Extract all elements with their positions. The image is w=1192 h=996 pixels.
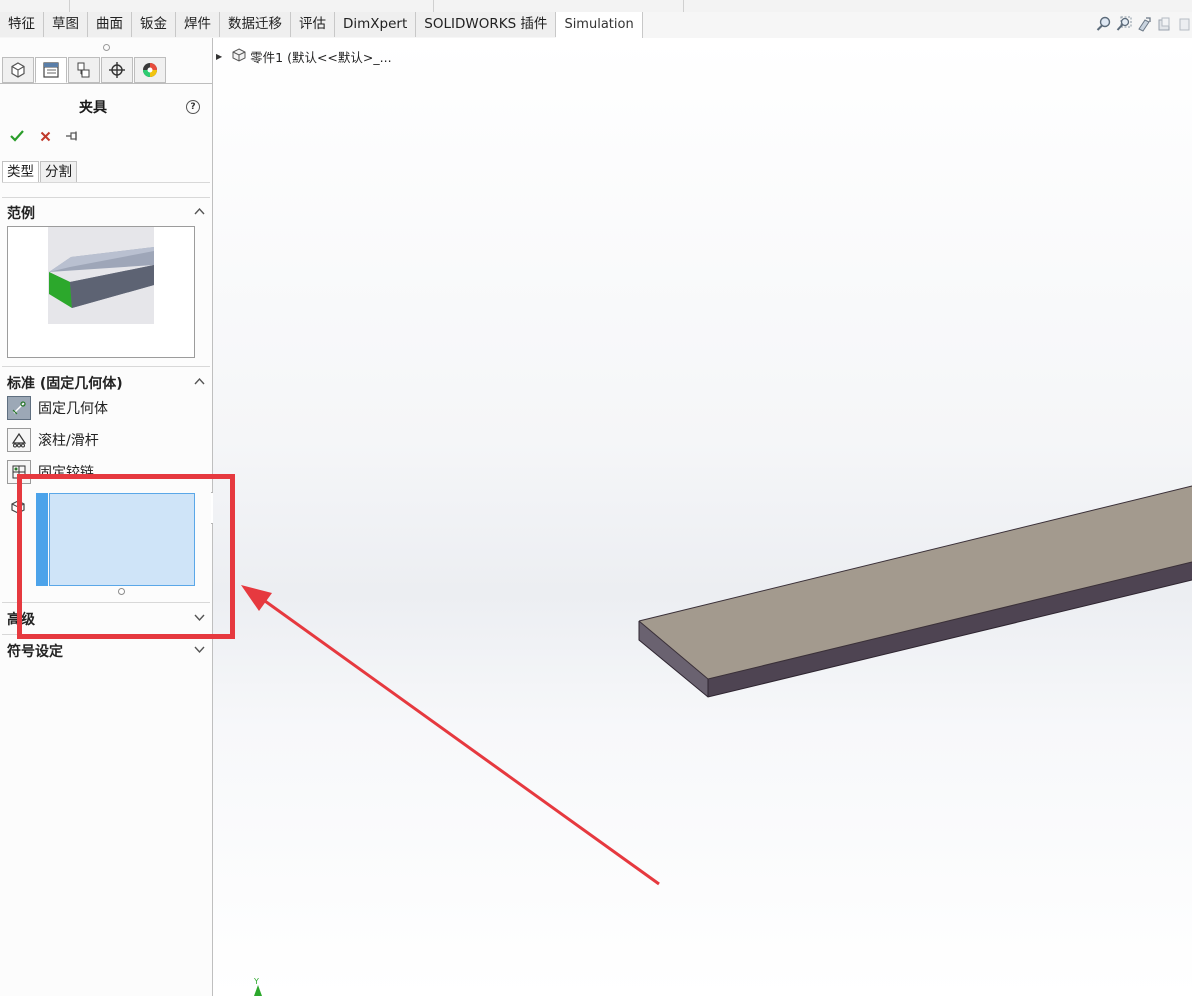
callout-arrow-line — [257, 594, 660, 886]
callout-arrowhead-icon — [241, 585, 272, 611]
highlight-box — [17, 474, 235, 639]
svg-text:Y: Y — [253, 977, 259, 986]
reference-triad-icon: Y — [253, 977, 262, 996]
part-model[interactable] — [638, 485, 1192, 698]
